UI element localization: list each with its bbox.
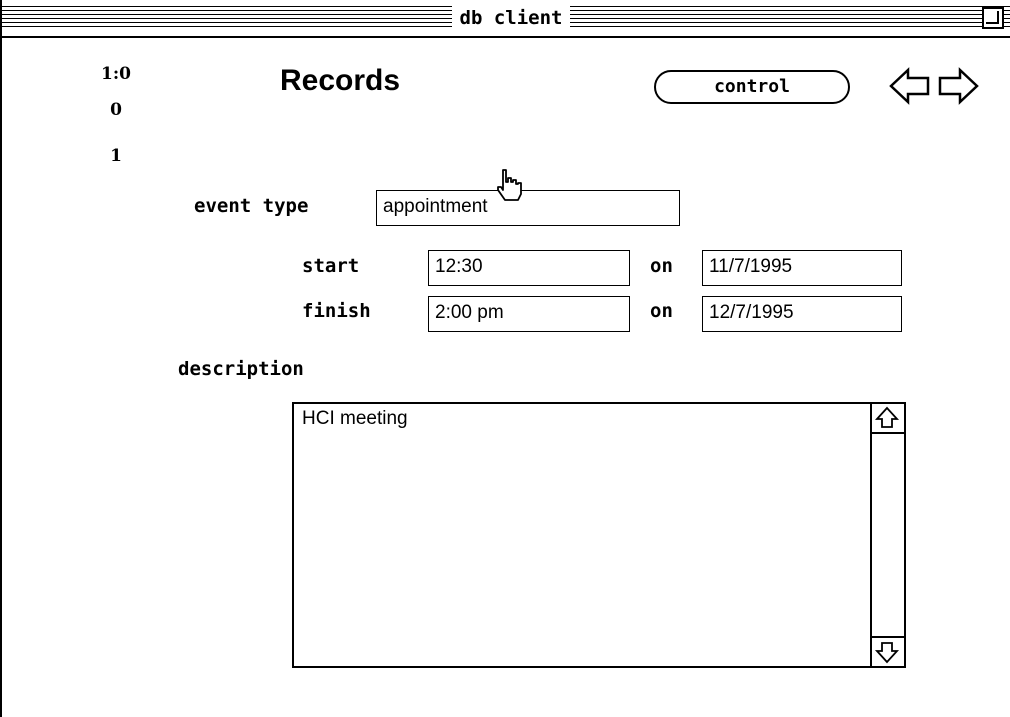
window-title: db client xyxy=(452,3,570,33)
zoom-box-icon[interactable] xyxy=(982,7,1004,29)
finish-time-field[interactable]: 2:00 pm xyxy=(428,296,630,332)
finish-on-label: on xyxy=(650,300,673,322)
record-counter-total: 1 xyxy=(110,146,122,166)
start-date-field[interactable]: 11/7/1995 xyxy=(702,250,902,286)
start-label: start xyxy=(302,255,360,277)
start-on-label: on xyxy=(650,255,673,277)
scroll-up-arrow-icon[interactable] xyxy=(872,404,904,434)
record-counter-current: 0 xyxy=(110,100,122,120)
description-label: description xyxy=(178,358,304,380)
finish-label: finish xyxy=(302,300,371,322)
finish-date-field[interactable]: 12/7/1995 xyxy=(702,296,902,332)
control-button[interactable]: control xyxy=(654,70,850,104)
page-title: Records xyxy=(280,64,401,97)
event-type-field[interactable]: appointment xyxy=(376,190,680,226)
db-client-window: db client 1:0 0 1 Records control event … xyxy=(0,0,1010,717)
description-scrollbar[interactable] xyxy=(870,404,904,666)
start-time-field[interactable]: 12:30 xyxy=(428,250,630,286)
right-arrow-icon[interactable] xyxy=(936,66,980,106)
description-text: HCI meeting xyxy=(302,408,408,429)
description-field[interactable]: HCI meeting xyxy=(292,402,906,668)
event-type-label: event type xyxy=(194,195,309,217)
scroll-down-arrow-icon[interactable] xyxy=(872,636,904,666)
left-arrow-icon[interactable] xyxy=(888,66,932,106)
record-counter-position: 1:0 xyxy=(101,64,131,84)
